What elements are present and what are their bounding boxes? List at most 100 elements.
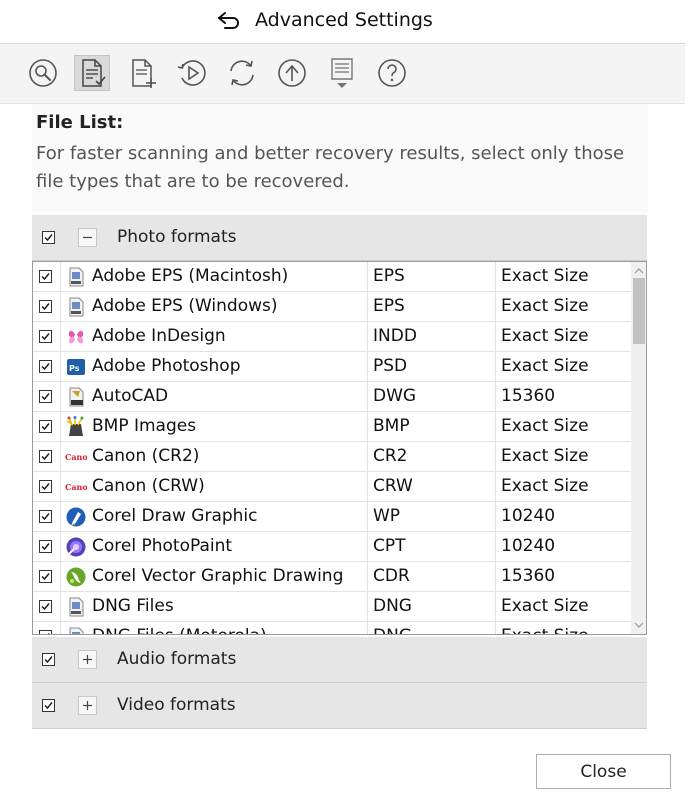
checkmark-icon <box>41 423 50 431</box>
file-name: DNG Files <box>92 596 174 616</box>
corel-photopaint-icon <box>66 537 86 557</box>
file-name: Corel Vector Graphic Drawing <box>92 566 344 586</box>
table-row[interactable]: Adobe EPS (Macintosh) EPS Exact Size <box>33 262 631 292</box>
group-audio-formats[interactable]: Audio formats <box>32 637 647 683</box>
vertical-scrollbar[interactable] <box>631 262 646 634</box>
file-list-heading: File List: <box>36 112 124 133</box>
plus-icon <box>83 701 92 710</box>
group-video-formats[interactable]: Video formats <box>32 683 647 729</box>
back-arrow-icon[interactable] <box>216 10 242 30</box>
file-extension: WP <box>373 506 401 526</box>
file-size: 15360 <box>501 386 556 406</box>
group-checkbox[interactable] <box>42 699 55 712</box>
file-name: Corel PhotoPaint <box>92 536 233 556</box>
bmp-icon <box>66 416 84 436</box>
scroll-thumb[interactable] <box>633 278 645 344</box>
file-name: DNG Files (Motorola) <box>92 626 267 634</box>
file-extension: EPS <box>373 266 405 286</box>
table-row[interactable]: DNG Files (Motorola) DNG Exact Size <box>33 622 631 634</box>
corel-vector-icon <box>66 567 86 587</box>
table-row[interactable]: DNG Files DNG Exact Size <box>33 592 631 622</box>
table-row[interactable]: Adobe EPS (Windows) EPS Exact Size <box>33 292 631 322</box>
file-list-button[interactable] <box>74 55 110 91</box>
row-checkbox[interactable] <box>39 510 52 523</box>
row-checkbox[interactable] <box>39 300 52 313</box>
table-row[interactable]: Corel Vector Graphic Drawing CDR 15360 <box>33 562 631 592</box>
title-bar: Advanced Settings <box>0 0 688 44</box>
dng-file-icon <box>69 597 84 617</box>
row-checkbox[interactable] <box>39 360 52 373</box>
table-row[interactable]: AutoCAD DWG 15360 <box>33 382 631 412</box>
file-name: Adobe InDesign <box>92 326 226 346</box>
scroll-up-icon[interactable] <box>633 265 645 277</box>
file-extension: CPT <box>373 536 406 556</box>
row-checkbox[interactable] <box>39 450 52 463</box>
file-size: 15360 <box>501 566 556 586</box>
file-name: Canon (CR2) <box>92 446 200 466</box>
new-file-icon <box>132 59 156 88</box>
expand-button[interactable] <box>78 696 97 715</box>
file-menu-button[interactable] <box>325 55 361 91</box>
file-extension: INDD <box>373 326 417 346</box>
file-size: Exact Size <box>501 266 589 286</box>
canon-logo-text: Canon <box>65 482 87 492</box>
file-size: Exact Size <box>501 596 589 616</box>
file-name: Adobe Photoshop <box>92 356 241 376</box>
table-row[interactable]: Canon Canon (CR2) CR2 Exact Size <box>33 442 631 472</box>
group-label: Video formats <box>117 695 236 715</box>
scroll-down-icon[interactable] <box>633 619 645 631</box>
row-checkbox[interactable] <box>39 420 52 433</box>
row-checkbox[interactable] <box>39 570 52 583</box>
file-extension: DNG <box>373 626 412 634</box>
checkmark-icon <box>44 702 53 710</box>
file-extension: EPS <box>373 296 405 316</box>
file-table: Adobe EPS (Macintosh) EPS Exact Size Adobe … <box>32 261 647 635</box>
file-extension: DNG <box>373 596 412 616</box>
row-checkbox[interactable] <box>39 270 52 283</box>
table-row[interactable]: Adobe InDesign INDD Exact Size <box>33 322 631 352</box>
table-row[interactable]: Canon Canon (CRW) CRW Exact Size <box>33 472 631 502</box>
row-checkbox[interactable] <box>39 540 52 553</box>
checkmark-icon <box>41 483 50 491</box>
photoshop-icon: Ps <box>67 359 85 375</box>
new-file-button[interactable] <box>125 55 161 91</box>
file-name: Adobe EPS (Macintosh) <box>92 266 289 286</box>
file-size: 10240 <box>501 536 556 556</box>
row-checkbox[interactable] <box>39 480 52 493</box>
expand-button[interactable] <box>78 650 97 669</box>
file-size: Exact Size <box>501 446 589 466</box>
file-size: Exact Size <box>501 356 589 376</box>
group-checkbox[interactable] <box>42 653 55 666</box>
play-icon <box>177 60 206 86</box>
row-checkbox[interactable] <box>39 630 52 634</box>
search-button[interactable] <box>25 55 61 91</box>
table-row[interactable]: Ps Adobe Photoshop PSD Exact Size <box>33 352 631 382</box>
help-button[interactable] <box>374 55 410 91</box>
file-size: Exact Size <box>501 626 589 634</box>
table-row[interactable]: BMP Images BMP Exact Size <box>33 412 631 442</box>
group-photo-formats[interactable]: Photo formats <box>32 215 647 261</box>
file-name: Corel Draw Graphic <box>92 506 258 526</box>
minus-icon <box>83 236 92 239</box>
file-list-description: For faster scanning and better recovery … <box>36 143 625 192</box>
group-label: Photo formats <box>117 227 237 247</box>
file-extension: CDR <box>373 566 410 586</box>
row-checkbox[interactable] <box>39 390 52 403</box>
group-checkbox[interactable] <box>42 231 55 244</box>
close-button[interactable]: Close <box>536 754 671 789</box>
canon-icon: Canon <box>65 482 87 492</box>
search-icon <box>29 59 57 87</box>
upload-button[interactable] <box>274 55 310 91</box>
collapse-button[interactable] <box>78 228 97 247</box>
row-checkbox[interactable] <box>39 600 52 613</box>
checkmark-icon <box>41 303 50 311</box>
canon-logo-text: Canon <box>65 452 87 462</box>
file-name: AutoCAD <box>92 386 169 406</box>
table-row[interactable]: Corel Draw Graphic WP 10240 <box>33 502 631 532</box>
play-button[interactable] <box>174 55 210 91</box>
refresh-button[interactable] <box>224 55 260 91</box>
file-extension: CR2 <box>373 446 408 466</box>
table-row[interactable]: Corel PhotoPaint CPT 10240 <box>33 532 631 562</box>
row-checkbox[interactable] <box>39 330 52 343</box>
refresh-icon <box>230 60 254 86</box>
